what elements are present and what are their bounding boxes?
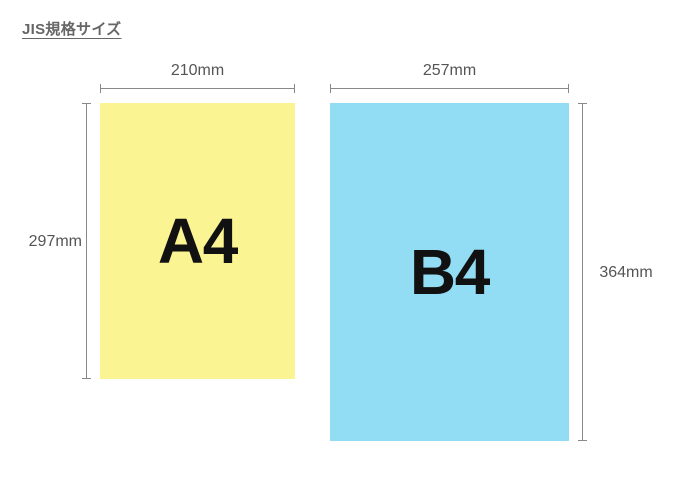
a4-height-ruler (86, 103, 87, 379)
a4-width-label: 210mm (100, 62, 295, 80)
b4-height-ruler (582, 103, 583, 441)
b4-height-label: 364mm (590, 264, 662, 282)
sheet-b4-name: B4 (410, 235, 489, 309)
b4-width-label: 257mm (330, 62, 569, 80)
page-title: JIS規格サイズ (22, 18, 121, 39)
a4-width-ruler (100, 88, 295, 89)
b4-width-ruler (330, 88, 569, 89)
sheet-a4-name: A4 (158, 204, 237, 278)
sheet-b4: B4 (330, 103, 569, 441)
sheet-a4: A4 (100, 103, 295, 379)
a4-height-label: 297mm (10, 233, 82, 251)
